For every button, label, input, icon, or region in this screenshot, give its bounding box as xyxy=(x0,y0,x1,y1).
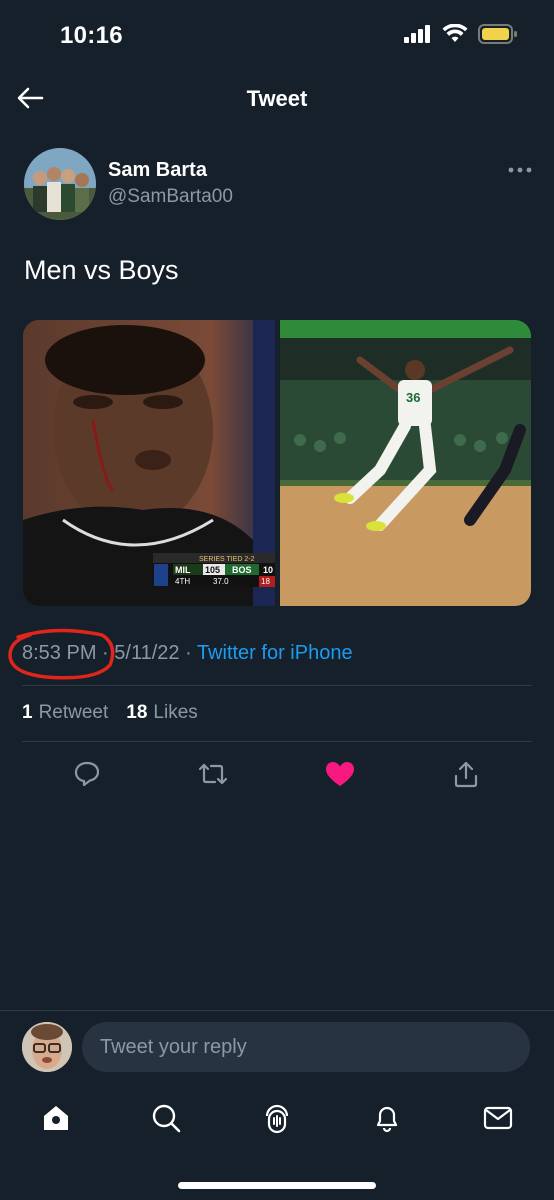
team1-score: 105 xyxy=(205,565,220,575)
jersey-number: 36 xyxy=(406,390,420,405)
reply-icon xyxy=(74,761,100,787)
share-icon xyxy=(454,761,478,788)
team2-name: BOS xyxy=(232,565,252,575)
avatar-photo xyxy=(24,148,96,220)
cellular-signal-icon xyxy=(404,25,430,43)
tab-notifications[interactable] xyxy=(365,1096,409,1140)
notifications-icon xyxy=(376,1106,398,1133)
retweet-label[interactable]: Retweet xyxy=(39,702,109,724)
tweet-date: 5/11/22 xyxy=(114,642,180,664)
home-icon xyxy=(44,1106,68,1130)
like-icon-filled xyxy=(326,762,354,786)
tweet-media[interactable]: SERIES TIED 2-2 MIL 105 BOS 10 4TH 37.0 … xyxy=(23,320,531,606)
divider xyxy=(22,741,532,742)
tab-spaces[interactable] xyxy=(255,1096,299,1140)
red-circle-annotation xyxy=(8,628,115,680)
user-avatar[interactable] xyxy=(22,1022,72,1072)
tab-home[interactable] xyxy=(34,1096,78,1140)
more-options-icon[interactable] xyxy=(506,160,534,180)
likes-label[interactable]: Likes xyxy=(153,702,197,724)
retweet-icon xyxy=(198,763,228,785)
author-avatar[interactable] xyxy=(24,148,96,220)
retweet-count[interactable]: 1 xyxy=(22,702,33,724)
spaces-icon xyxy=(265,1104,289,1134)
game-clock: 37.0 xyxy=(213,577,229,586)
author-handle[interactable]: @SamBarta00 xyxy=(108,186,233,208)
retweet-button[interactable] xyxy=(191,752,235,796)
likes-count[interactable]: 18 xyxy=(126,702,147,724)
team2-score: 10 xyxy=(263,565,273,575)
player-closeup-photo: SERIES TIED 2-2 MIL 105 BOS 10 4TH 37.0 … xyxy=(23,320,275,606)
like-button[interactable] xyxy=(318,752,362,796)
media-image-1[interactable]: SERIES TIED 2-2 MIL 105 BOS 10 4TH 37.0 … xyxy=(23,320,275,606)
divider xyxy=(22,685,532,686)
divider xyxy=(0,1010,554,1011)
wifi-icon xyxy=(442,24,468,42)
shot-clock: 18 xyxy=(261,577,270,586)
tweet-source-link[interactable]: Twitter for iPhone xyxy=(197,642,353,664)
search-icon xyxy=(152,1104,181,1133)
tweet-stats[interactable]: 1 Retweet 18 Likes xyxy=(22,702,198,724)
tweet-text: Men vs Boys xyxy=(24,255,179,285)
share-button[interactable] xyxy=(444,752,488,796)
reply-input[interactable] xyxy=(82,1022,530,1072)
page-title: Tweet xyxy=(246,86,308,111)
status-time: 10:16 xyxy=(60,22,123,49)
tweet-actions xyxy=(0,752,554,796)
quarter: 4TH xyxy=(175,577,190,586)
team1-name: MIL xyxy=(175,565,191,575)
author-name[interactable]: Sam Barta xyxy=(108,159,207,182)
tab-messages[interactable] xyxy=(476,1096,520,1140)
tab-search[interactable] xyxy=(144,1096,188,1140)
status-icons xyxy=(404,24,518,44)
user-avatar-photo xyxy=(22,1022,72,1072)
home-indicator xyxy=(178,1182,376,1189)
meta-separator: · xyxy=(179,642,197,664)
battery-icon xyxy=(478,24,517,44)
media-image-2[interactable]: 36 xyxy=(280,320,531,606)
series-status: SERIES TIED 2-2 xyxy=(199,556,255,563)
messages-icon xyxy=(483,1106,513,1130)
reply-button[interactable] xyxy=(65,752,109,796)
celebration-photo: 36 xyxy=(280,320,531,606)
